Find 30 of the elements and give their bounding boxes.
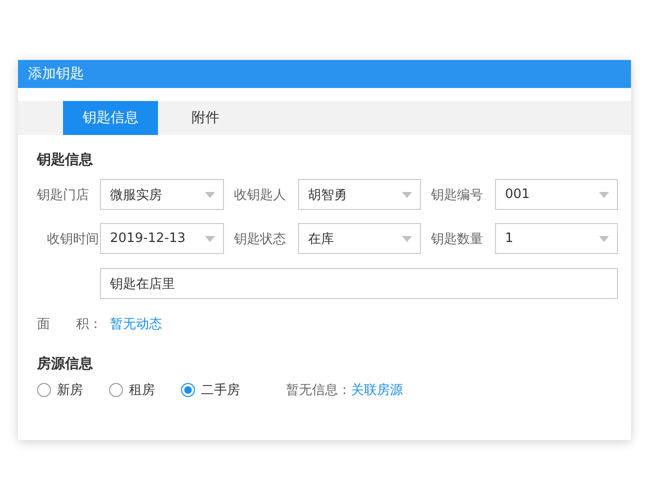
select-field[interactable]: 微服实房 [100, 179, 224, 210]
note-field[interactable]: 钥匙在店里 [100, 268, 618, 299]
area-value: 暂无动态 [110, 316, 162, 333]
field-label: 钥匙数量 [430, 230, 484, 248]
caret-icon [205, 192, 215, 198]
field-label: 收钥匙人 [233, 186, 287, 204]
dialog-title: 添加钥匙 [18, 60, 631, 88]
field-label: 面 积： [37, 316, 102, 333]
select-field[interactable]: 2019-12-13 [100, 223, 224, 254]
caret-icon [205, 236, 215, 242]
select-field[interactable]: 001 [495, 179, 618, 210]
field-label: 收钥时间 [46, 230, 100, 248]
caret-icon [599, 192, 609, 198]
field-label: 钥匙门店 [37, 186, 90, 204]
section-heading: 房源信息 [37, 355, 94, 373]
tab[interactable]: 附件 [158, 101, 253, 135]
select-field[interactable]: 在库 [298, 223, 421, 254]
radio-option[interactable]: 租房 [109, 381, 155, 399]
select-field[interactable]: 胡智勇 [298, 179, 421, 210]
caret-icon [402, 192, 412, 198]
caret-icon [402, 236, 412, 242]
section-heading: 钥匙信息 [37, 151, 94, 169]
caret-icon [599, 236, 609, 242]
radio-option[interactable]: 新房 [37, 381, 83, 399]
select-field[interactable]: 1 [495, 223, 618, 254]
radio-option[interactable]: 二手房 [181, 381, 240, 399]
field-label: 钥匙状态 [233, 230, 287, 248]
field-label: 钥匙编号 [430, 186, 484, 204]
link-property[interactable]: 关联房源 [351, 381, 403, 399]
info-label: 暂无信息： [286, 382, 351, 399]
